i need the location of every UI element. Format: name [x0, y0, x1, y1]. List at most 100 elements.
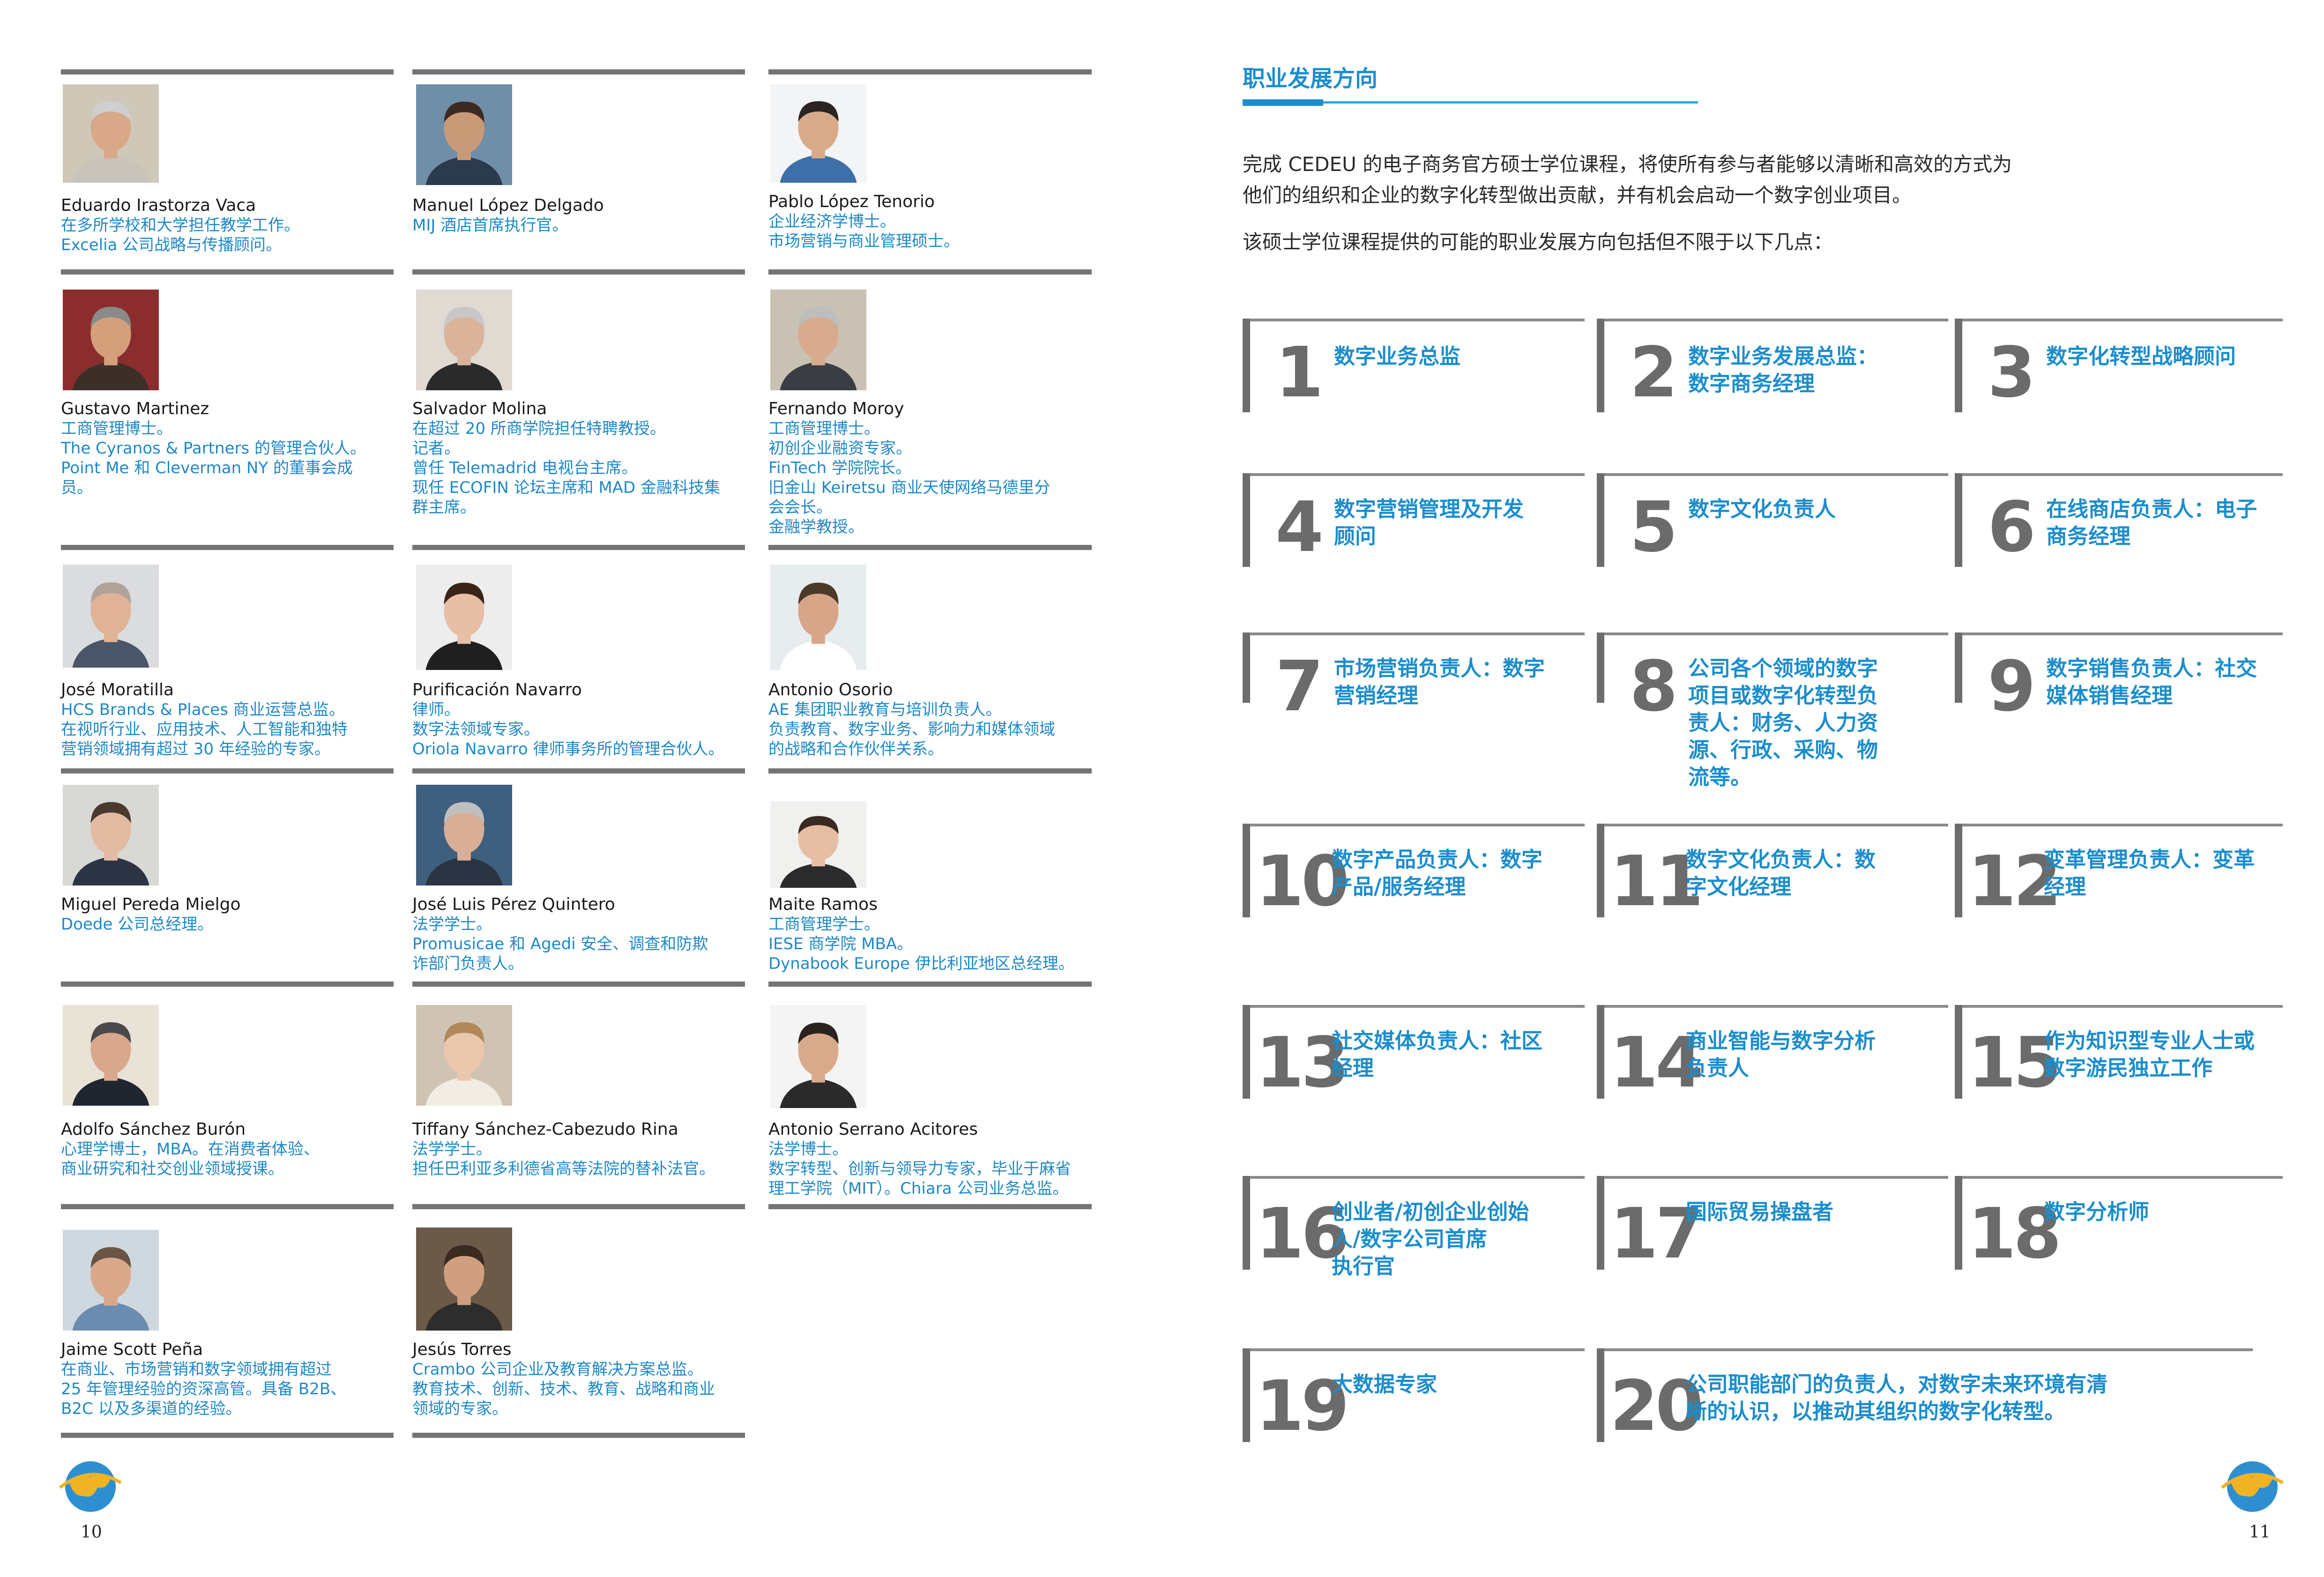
career-item-6: 6 在线商店负责人：电子 商务经理	[1955, 473, 2283, 567]
faculty-name: Jaime Scott Peña	[61, 1340, 203, 1359]
career-top-rule	[1243, 824, 1585, 826]
career-label: 数字营销管理及开发 顾问	[1334, 497, 1524, 549]
faculty-description: Doede 公司总经理。	[61, 915, 214, 934]
career-label: 数字业务总监	[1334, 344, 1461, 369]
faculty-name: Salvador Molina	[412, 399, 547, 418]
career-label: 在线商店负责人：电子 商务经理	[2046, 497, 2257, 549]
career-label: 国际贸易操盘者	[1686, 1199, 1834, 1224]
faculty-description: Crambo 公司企业及教育解决方案总监。 教育技术、创新、技术、教育、战略和商…	[412, 1360, 715, 1418]
career-left-bar	[1243, 1176, 1250, 1270]
intro-line-2: 他们的组织和企业的数字化转型做出贡献，并有机会启动一个数字创业项目。	[1243, 184, 1912, 207]
portrait-photo	[63, 84, 159, 183]
career-label: 数字文化负责人	[1688, 497, 1836, 521]
divider-rule	[412, 1433, 745, 1438]
faculty-member: Antonio Serrano Acitores 法学博士。 数字转型、创新与领…	[768, 982, 1092, 1209]
faculty-description: 法学学士。 Promusicae 和 Agedi 安全、调查和防欺 诈部门负责人…	[412, 915, 708, 973]
career-top-rule	[1597, 1176, 1948, 1179]
career-item-18: 18 数字分析师	[1955, 1176, 2283, 1270]
career-top-rule	[1597, 632, 1948, 635]
faculty-name: Antonio Osorio	[768, 680, 893, 699]
faculty-name: Gustavo Martinez	[61, 399, 209, 418]
career-top-rule	[1597, 1348, 2253, 1351]
career-item-12: 12 变革管理负责人：变革 经理	[1955, 824, 2283, 917]
faculty-name: José Luis Pérez Quintero	[412, 895, 615, 914]
career-item-20: 20 公司职能部门的负责人，对数字未来环境有清 晰的认识，以推动其组织的数字化转…	[1597, 1348, 2253, 1442]
faculty-member: Eduardo Irastorza Vaca 在多所学校和大学担任教学工作。 E…	[61, 69, 394, 275]
faculty-description: 在超过 20 所商学院担任特聘教授。 记者。 曾任 Telemadrid 电视台…	[412, 419, 721, 517]
faculty-description: 法学博士。 数字转型、创新与领导力专家，毕业于麻省 理工学院（MIT）。Chia…	[768, 1140, 1071, 1198]
divider-rule	[412, 69, 745, 74]
career-item-1: 1 数字业务总监	[1243, 319, 1585, 412]
divider-rule	[61, 69, 394, 74]
divider-rule	[412, 1204, 745, 1209]
career-number: 9	[1988, 646, 2036, 727]
divider-rule	[768, 982, 1092, 987]
career-top-rule	[1955, 632, 2283, 635]
faculty-member: Miguel Pereda Mielgo Doede 公司总经理。	[61, 768, 394, 987]
career-top-rule	[1243, 473, 1585, 476]
globe-logo-right	[2217, 1455, 2287, 1516]
portrait-photo	[416, 84, 512, 185]
faculty-member: Maite Ramos 工商管理学士。 IESE 商学院 MBA。 Dynabo…	[768, 768, 1092, 987]
career-top-rule	[1955, 824, 2283, 826]
portrait-photo	[416, 1005, 512, 1106]
faculty-member: Fernando Moroy 工商管理博士。 初创企业融资专家。 FinTech…	[768, 269, 1092, 550]
career-number: 8	[1630, 646, 1678, 727]
career-label: 数字产品负责人：数字 产品/服务经理	[1332, 847, 1543, 899]
faculty-member: Pablo López Tenorio 企业经济学博士。 市场营销与商业管理硕士…	[768, 69, 1092, 275]
career-left-bar	[1243, 473, 1250, 567]
career-number: 2	[1630, 332, 1678, 413]
career-label: 变革管理负责人：变革 经理	[2044, 847, 2255, 899]
career-top-rule	[1955, 1005, 2283, 1008]
career-top-rule	[1243, 1176, 1585, 1179]
faculty-name: Maite Ramos	[768, 895, 878, 914]
divider-rule	[768, 545, 1092, 550]
portrait-photo	[416, 785, 512, 885]
divider-rule	[768, 69, 1092, 74]
faculty-member: Tiffany Sánchez-Cabezudo Rina 法学学士。 担任巴利…	[412, 982, 745, 1209]
career-left-bar	[1955, 632, 1962, 703]
faculty-name: Purificación Navarro	[412, 680, 582, 699]
faculty-member: José Moratilla HCS Brands & Places 商业运营总…	[61, 545, 394, 774]
title-underline-thin	[1323, 101, 1698, 104]
career-left-bar	[1243, 319, 1250, 412]
career-label: 数字化转型战略顾问	[2046, 344, 2236, 369]
career-left-bar	[1243, 1005, 1250, 1099]
career-left-bar	[1243, 1348, 1250, 1442]
career-item-9: 9 数字销售负责人：社交 媒体销售经理	[1955, 632, 2283, 726]
portrait-photo	[416, 290, 512, 390]
faculty-description: 企业经济学博士。 市场营销与商业管理硕士。	[768, 212, 960, 251]
career-label: 数字销售负责人：社交 媒体销售经理	[2046, 656, 2257, 708]
faculty-description: 工商管理学士。 IESE 商学院 MBA。 Dynabook Europe 伊比…	[768, 915, 1074, 973]
faculty-name: Tiffany Sánchez-Cabezudo Rina	[412, 1120, 678, 1139]
career-left-bar	[1597, 1348, 1604, 1442]
career-top-rule	[1243, 1348, 1585, 1351]
career-top-rule	[1597, 824, 1948, 826]
career-number: 1	[1275, 332, 1324, 413]
faculty-description: MIJ 酒店首席执行官。	[412, 216, 568, 235]
globe-logo-left	[55, 1455, 126, 1516]
faculty-member: Manuel López Delgado MIJ 酒店首席执行官。	[412, 69, 745, 275]
career-left-bar	[1597, 632, 1604, 703]
career-left-bar	[1243, 632, 1250, 703]
career-label: 市场营销负责人：数字 营销经理	[1334, 656, 1545, 708]
career-item-13: 13 社交媒体负责人：社区 经理	[1243, 1005, 1585, 1099]
career-left-bar	[1955, 319, 1962, 412]
career-label: 公司各个领域的数字 项目或数字化转型负 责人：财务、人力资 源、行政、采购、物 …	[1688, 656, 1878, 789]
career-item-10: 10 数字产品负责人：数字 产品/服务经理	[1243, 824, 1585, 917]
career-left-bar	[1597, 1176, 1604, 1270]
career-item-4: 4 数字营销管理及开发 顾问	[1243, 473, 1585, 567]
divider-rule	[61, 269, 394, 275]
divider-rule	[412, 768, 745, 774]
career-number: 3	[1988, 332, 2036, 413]
faculty-description: 在商业、市场营销和数字领域拥有超过 25 年管理经验的资深高管。具备 B2B、 …	[61, 1360, 347, 1418]
faculty-description: 工商管理博士。 初创企业融资专家。 FinTech 学院院长。 旧金山 Keir…	[768, 419, 1050, 536]
career-left-bar	[1597, 1005, 1604, 1099]
faculty-name: Eduardo Irastorza Vaca	[61, 196, 256, 215]
faculty-description: 工商管理博士。 The Cyranos & Partners 的管理合伙人。 P…	[61, 419, 366, 497]
career-left-bar	[1597, 473, 1604, 567]
faculty-name: Fernando Moroy	[768, 399, 904, 418]
faculty-member: Salvador Molina 在超过 20 所商学院担任特聘教授。 记者。 曾…	[412, 269, 745, 550]
career-item-3: 3 数字化转型战略顾问	[1955, 319, 2283, 412]
portrait-photo	[770, 565, 866, 670]
